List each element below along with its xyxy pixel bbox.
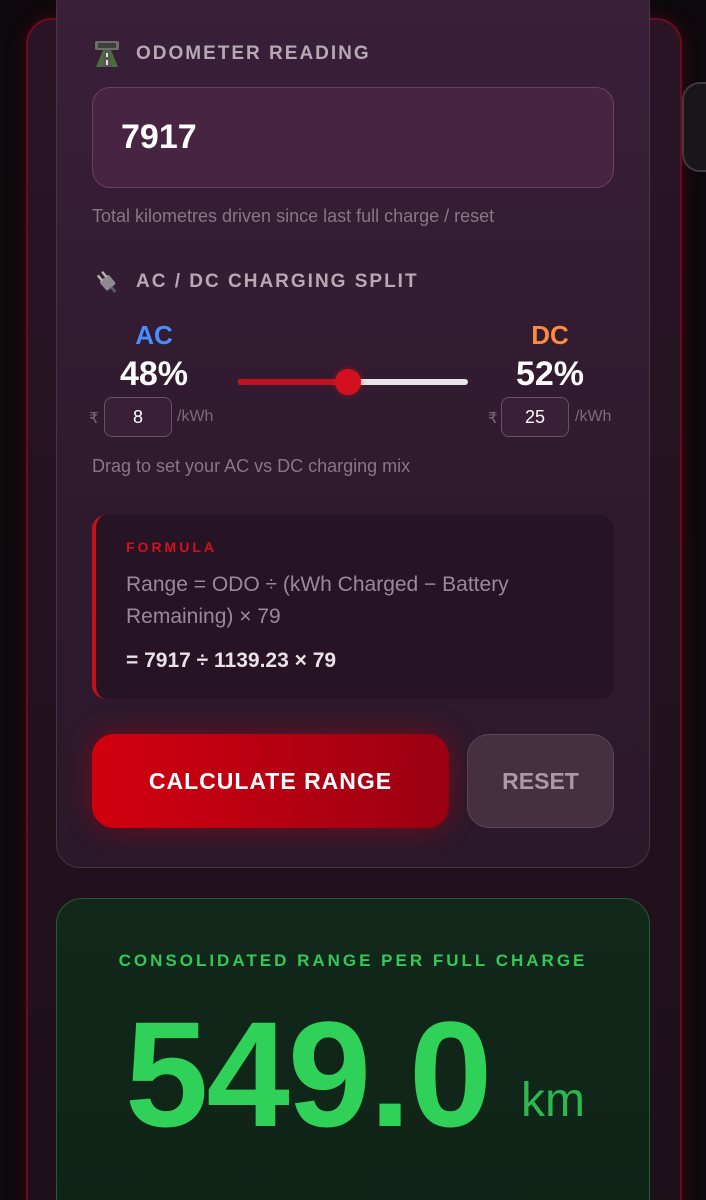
result-card: CONSOLIDATED RANGE PER FULL CHARGE 549.0…	[56, 898, 650, 1200]
road-icon	[92, 40, 122, 68]
odometer-value: 7917	[121, 118, 197, 156]
formula-box: FORMULA Range = ODO ÷ (kWh Charged − Bat…	[92, 515, 614, 699]
ac-mix-label: AC 48%	[89, 320, 219, 394]
charging-label-text: AC / DC CHARGING SPLIT	[136, 271, 419, 292]
dc-percent: 52%	[515, 355, 585, 393]
odometer-section-label: ODOMETER READING	[92, 40, 371, 68]
ac-unit: /kWh	[177, 408, 214, 425]
formula-text: Range = ODO ÷ (kWh Charged − Battery Rem…	[126, 573, 509, 628]
ac-dc-split-slider[interactable]	[238, 369, 468, 395]
ac-percent: 48%	[119, 355, 189, 393]
charging-hint: Drag to set your AC vs DC charging mix	[92, 456, 411, 476]
dc-price-input[interactable]: 25	[501, 397, 569, 437]
calculate-range-button[interactable]: CALCULATE RANGE	[92, 734, 449, 828]
side-panel-tab[interactable]	[682, 82, 706, 172]
odometer-hint: Total kilometres driven since last full …	[92, 206, 495, 226]
dc-name: DC	[531, 320, 569, 350]
result-value: 549.0	[125, 990, 492, 1158]
ac-name: AC	[135, 320, 173, 350]
odometer-label-text: ODOMETER READING	[136, 43, 371, 64]
charging-section-label: AC / DC CHARGING SPLIT	[92, 268, 419, 296]
plug-icon	[92, 268, 122, 296]
odometer-input[interactable]: 7917	[92, 87, 614, 188]
dc-unit: /kWh	[575, 408, 612, 425]
app-screen: ODOMETER READING 7917 Total kilometres d…	[0, 0, 706, 1200]
ac-currency-symbol: ₹	[89, 410, 99, 427]
dc-price-value: 25	[524, 406, 546, 427]
result-label: CONSOLIDATED RANGE PER FULL CHARGE	[118, 951, 588, 970]
formula-calculation: = 7917 ÷ 1139.23 × 79	[126, 649, 337, 672]
formula-title: FORMULA	[126, 539, 217, 555]
ac-price-value: 8	[132, 406, 143, 427]
slider-thumb[interactable]	[335, 369, 361, 395]
dc-mix-label: DC 52%	[485, 320, 615, 394]
result-unit: km	[521, 1074, 585, 1127]
ac-price-input[interactable]: 8	[104, 397, 172, 437]
reset-button[interactable]: RESET	[467, 734, 614, 828]
dc-currency-symbol: ₹	[488, 410, 498, 427]
slider-fill	[238, 379, 348, 385]
